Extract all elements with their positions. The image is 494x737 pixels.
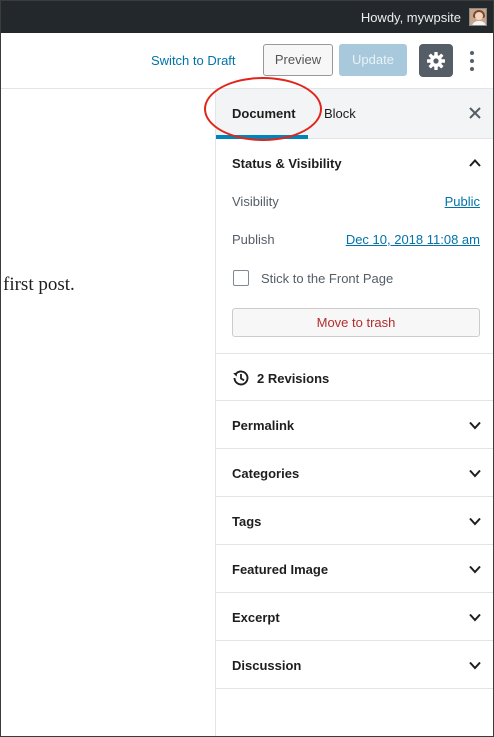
tab-block[interactable]: Block <box>324 106 356 121</box>
close-icon[interactable] <box>468 106 482 120</box>
permalink-panel[interactable]: Permalink <box>216 401 493 449</box>
howdy-greeting[interactable]: Howdy, mywpsite <box>361 10 461 25</box>
chevron-down-icon[interactable] <box>468 610 482 624</box>
post-content[interactable]: first post. <box>3 274 75 296</box>
publish-date-link[interactable]: Dec 10, 2018 11:08 am <box>346 232 480 247</box>
sidebar-tabs: Document Block <box>204 77 493 141</box>
discussion-title[interactable]: Discussion <box>232 658 301 673</box>
chevron-down-icon[interactable] <box>468 658 482 672</box>
editor-header: Switch to Draft Preview Update <box>1 33 493 89</box>
more-dots-icon <box>470 51 474 55</box>
update-button[interactable]: Update <box>339 44 407 76</box>
excerpt-title[interactable]: Excerpt <box>232 610 280 625</box>
categories-title[interactable]: Categories <box>232 466 299 481</box>
sticky-checkbox[interactable] <box>233 270 249 286</box>
categories-panel[interactable]: Categories <box>216 449 493 497</box>
visibility-link[interactable]: Public <box>445 194 480 209</box>
permalink-title[interactable]: Permalink <box>232 418 294 433</box>
excerpt-panel[interactable]: Excerpt <box>216 593 493 641</box>
tab-document[interactable]: Document <box>232 106 296 121</box>
gear-icon <box>427 52 445 70</box>
settings-sidebar: Document Block Status & Visibility Visib… <box>204 77 493 736</box>
tags-title[interactable]: Tags <box>232 514 261 529</box>
editor-window: Howdy, mywpsite Switch to Draft Preview … <box>0 0 494 737</box>
revisions-panel[interactable]: 2 Revisions <box>216 354 493 401</box>
chevron-down-icon[interactable] <box>468 562 482 576</box>
history-icon <box>233 370 249 386</box>
visibility-label: Visibility <box>232 194 279 209</box>
admin-bar: Howdy, mywpsite <box>1 1 493 33</box>
featured-image-panel[interactable]: Featured Image <box>216 545 493 593</box>
publish-label: Publish <box>232 232 275 247</box>
status-visibility-panel: Status & Visibility Visibility Public Pu… <box>216 139 493 354</box>
settings-button[interactable] <box>419 44 453 77</box>
move-to-trash-button[interactable]: Move to trash <box>232 308 480 337</box>
switch-to-draft-button[interactable]: Switch to Draft <box>151 53 236 68</box>
more-options-button[interactable] <box>465 49 479 73</box>
user-avatar[interactable] <box>469 8 487 26</box>
revisions-label[interactable]: 2 Revisions <box>257 371 329 386</box>
sticky-label[interactable]: Stick to the Front Page <box>261 271 393 286</box>
featured-image-title[interactable]: Featured Image <box>232 562 328 577</box>
tags-panel[interactable]: Tags <box>216 497 493 545</box>
chevron-down-icon[interactable] <box>468 466 482 480</box>
chevron-down-icon[interactable] <box>468 514 482 528</box>
preview-button[interactable]: Preview <box>263 44 333 76</box>
chevron-down-icon[interactable] <box>468 418 482 432</box>
chevron-up-icon[interactable] <box>468 156 482 170</box>
status-visibility-title[interactable]: Status & Visibility <box>232 156 342 171</box>
discussion-panel[interactable]: Discussion <box>216 641 493 689</box>
